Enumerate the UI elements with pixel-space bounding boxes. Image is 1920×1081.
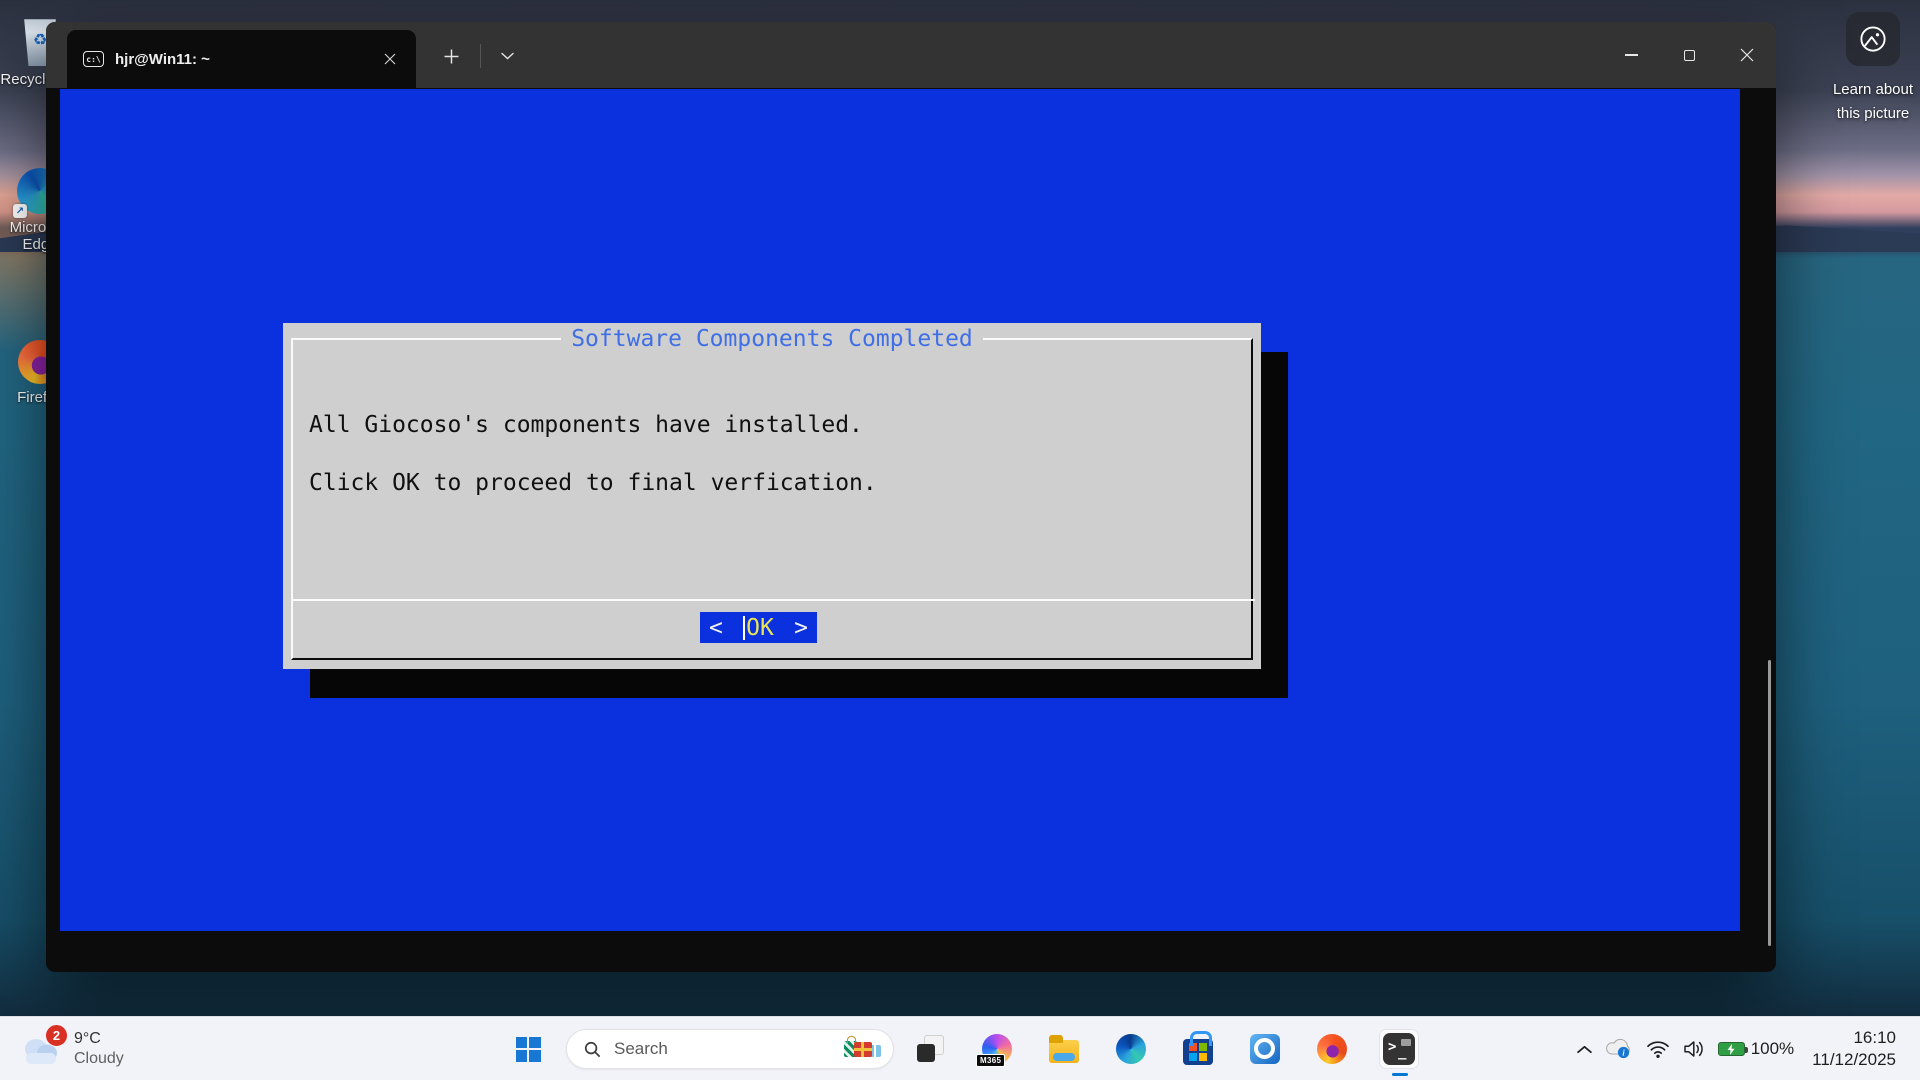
store-icon: [1183, 1039, 1213, 1065]
dialog-message-line1: All Giocoso's components have installed.: [309, 411, 863, 440]
terminal-scrollbar[interactable]: [1768, 660, 1771, 946]
edge-button[interactable]: [1111, 1029, 1151, 1069]
copilot-m365-button[interactable]: M365: [977, 1029, 1017, 1069]
picture-icon[interactable]: [1846, 12, 1900, 66]
dialog-message-line2: Click OK to proceed to final verfication…: [309, 469, 877, 498]
outlook-icon: [1250, 1034, 1280, 1064]
date: 11/12/2025: [1812, 1049, 1896, 1071]
weather-condition: Cloudy: [74, 1050, 124, 1068]
notification-badge: 2: [45, 1024, 68, 1047]
plus-icon: [444, 49, 459, 64]
minimize-icon: [1625, 54, 1638, 56]
windows-terminal-button[interactable]: >_: [1379, 1029, 1419, 1069]
whiptail-dialog: Software Components Completed All Giocos…: [283, 323, 1261, 669]
tab-dropdown-button[interactable]: [488, 37, 526, 75]
charging-bolt-icon: [1726, 1044, 1736, 1055]
taskbar: 2 9°C Cloudy Search M365: [0, 1016, 1920, 1080]
terminal-screen: Software Components Completed All Giocos…: [60, 89, 1740, 931]
outlook-button[interactable]: [1245, 1029, 1285, 1069]
window-controls: [1602, 22, 1776, 88]
firefox-button[interactable]: [1312, 1029, 1352, 1069]
wifi-icon: [1646, 1040, 1670, 1059]
file-explorer-button[interactable]: [1044, 1029, 1084, 1069]
wifi-button[interactable]: [1640, 1029, 1676, 1069]
microsoft-store-button[interactable]: [1178, 1029, 1218, 1069]
text-cursor: [743, 616, 745, 640]
learn-about-picture-widget[interactable]: Learn about this picture: [1818, 12, 1920, 126]
battery-percent: 100%: [1751, 1039, 1794, 1059]
task-view-icon: [916, 1035, 944, 1063]
close-window-button[interactable]: [1718, 22, 1776, 88]
system-tray: i 100% 16:10 11/12/20: [1571, 1017, 1920, 1081]
firefox-icon: [1317, 1034, 1347, 1064]
minimize-button[interactable]: [1602, 22, 1660, 88]
maximize-button[interactable]: [1660, 22, 1718, 88]
maximize-icon: [1684, 50, 1695, 61]
weather-temperature: 9°C: [74, 1030, 124, 1048]
dialog-title: Software Components Completed: [283, 326, 1261, 352]
chevron-up-icon: [1577, 1045, 1592, 1054]
start-button[interactable]: [508, 1029, 548, 1069]
onedrive-button[interactable]: i: [1598, 1029, 1640, 1069]
cloud-weather-icon: 2: [16, 1031, 64, 1067]
task-view-button[interactable]: [910, 1029, 950, 1069]
dialog-button-separator: [291, 599, 1255, 601]
tray-overflow-button[interactable]: [1571, 1029, 1598, 1069]
search-icon: [583, 1040, 602, 1059]
pinned-apps: M365 >_: [910, 1029, 1446, 1069]
search-box[interactable]: Search: [566, 1029, 894, 1069]
command-prompt-icon: c:\: [83, 51, 104, 67]
new-tab-button[interactable]: [432, 37, 470, 75]
shortcut-arrow-icon: ↗: [13, 204, 27, 218]
file-explorer-icon: [1049, 1040, 1079, 1063]
learn-about-label: Learn about this picture: [1833, 78, 1913, 126]
speaker-icon: [1682, 1039, 1706, 1059]
ok-button[interactable]: < OK >: [700, 612, 817, 643]
terminal-tab[interactable]: c:\ hjr@Win11: ~: [67, 30, 416, 88]
copilot-icon: M365: [982, 1034, 1012, 1064]
search-label: Search: [614, 1039, 844, 1059]
holiday-gifts-icon: [844, 1041, 881, 1057]
running-app-indicator: [1392, 1073, 1408, 1076]
ok-button-label: OK: [746, 615, 774, 641]
edge-icon: [1116, 1034, 1146, 1064]
windows-logo-icon: [516, 1037, 541, 1062]
terminal-window: c:\ hjr@Win11: ~ Software Components Com…: [46, 22, 1776, 972]
battery-status[interactable]: 100%: [1712, 1029, 1800, 1069]
volume-button[interactable]: [1676, 1029, 1712, 1069]
close-icon: [384, 53, 396, 65]
close-icon: [1740, 48, 1754, 62]
tab-title: hjr@Win11: ~: [115, 51, 210, 68]
terminal-icon: >_: [1383, 1033, 1415, 1065]
tab-close-button[interactable]: [378, 47, 402, 71]
clock[interactable]: 16:10 11/12/2025: [1812, 1027, 1896, 1071]
battery-icon: [1718, 1042, 1745, 1056]
m365-badge: M365: [976, 1054, 1005, 1067]
terminal-titlebar[interactable]: c:\ hjr@Win11: ~: [46, 22, 1776, 88]
weather-widget[interactable]: 2 9°C Cloudy: [16, 1017, 124, 1081]
time: 16:10: [1812, 1027, 1896, 1049]
chevron-down-icon: [501, 52, 514, 60]
taskbar-center: Search M365 >_: [508, 1029, 1446, 1069]
onedrive-cloud-icon: i: [1604, 1038, 1634, 1060]
tab-bar-separator: [480, 44, 481, 68]
